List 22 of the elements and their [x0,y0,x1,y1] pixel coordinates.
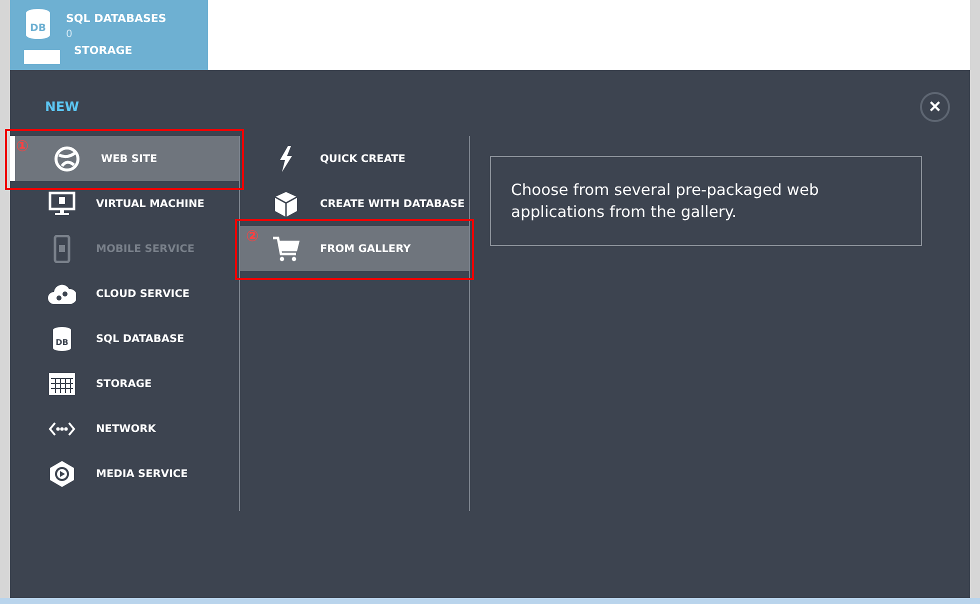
globe-icon [53,144,81,172]
menu-item[interactable]: NETWORK [10,406,239,451]
panel-title: NEW [45,100,80,114]
tile-count: 0 [66,29,74,40]
tile-title: STORAGE [74,44,132,57]
menu-item[interactable]: MEDIA SERVICE [10,451,239,496]
menu-item[interactable]: QUICK CREATE [240,136,469,181]
database-icon: DB [24,8,52,40]
menu-item[interactable]: CREATE WITH DATABASE [240,181,469,226]
cart-icon [272,234,300,262]
menu-item[interactable]: STORAGE [10,361,239,406]
menu-item[interactable]: VIRTUAL MACHINE [10,181,239,226]
tile-title: SQL DATABASES [66,12,166,25]
description-text: Choose from several pre-packaged web applications from the gallery. [511,180,820,223]
step-number: ① [16,139,29,154]
menu-item[interactable]: CLOUD SERVICE [10,271,239,316]
close-button[interactable]: × [920,92,950,122]
step-number: ② [246,229,259,244]
monitor-icon [48,190,76,218]
media-icon [48,460,76,488]
box-icon [272,190,300,218]
menu-item[interactable]: DB SQL DATABASE [10,316,239,361]
